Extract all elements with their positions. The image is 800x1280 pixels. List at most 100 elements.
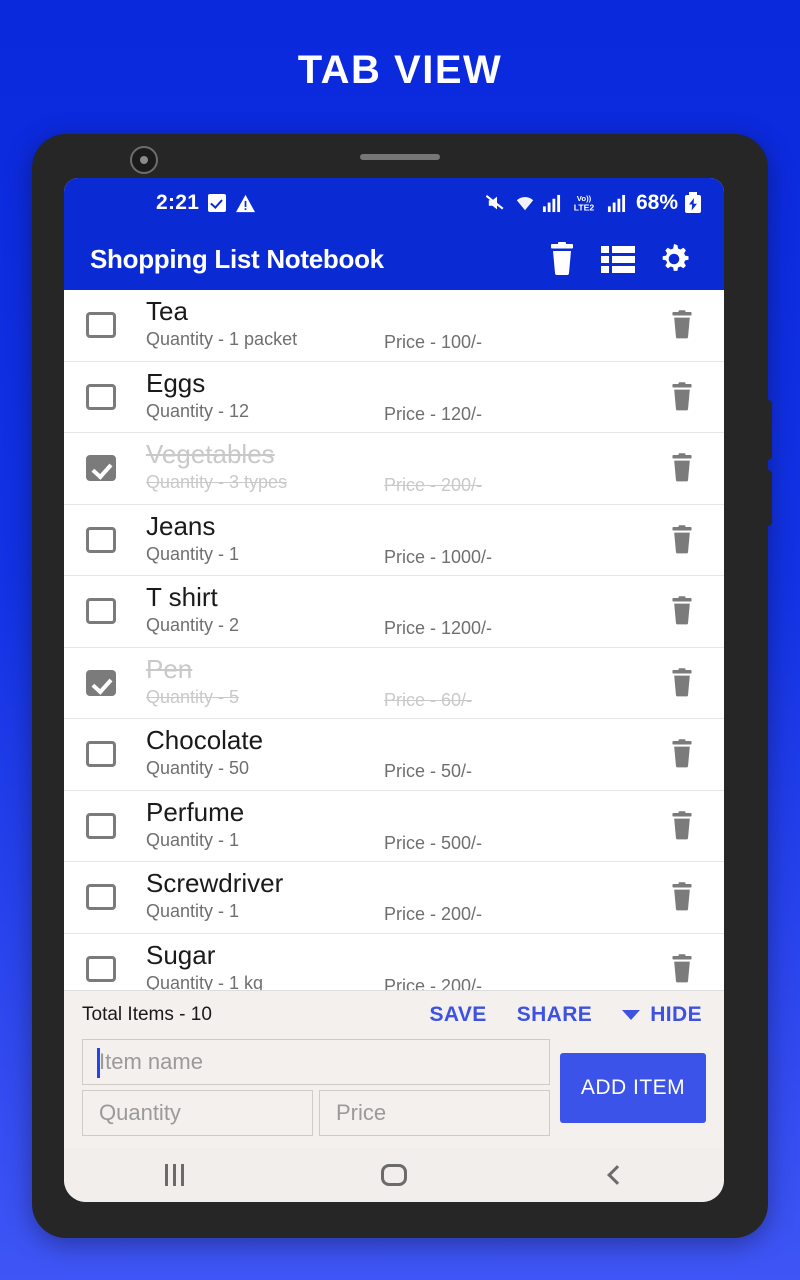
item-quantity: Quantity - 3 types [146, 472, 288, 492]
table-row[interactable]: Eggs Quantity - 12 Price - 120/- [64, 362, 724, 433]
delete-item-icon[interactable] [660, 732, 704, 776]
delete-item-icon[interactable] [660, 589, 704, 633]
item-checkbox[interactable] [86, 455, 116, 482]
text-cursor [97, 1048, 100, 1078]
item-price: Price - 120/- [384, 403, 483, 424]
front-camera-icon [130, 146, 158, 174]
item-price: Price - 200/- [384, 904, 483, 924]
table-row[interactable]: T shirt Quantity - 2 Price - 1200/- [64, 576, 724, 648]
item-price: Price - 60/- [384, 689, 473, 710]
save-button[interactable]: SAVE [429, 1003, 486, 1027]
item-checkbox[interactable] [86, 955, 116, 982]
item-checkbox[interactable] [86, 312, 116, 339]
item-price: Price - 500/- [384, 832, 483, 853]
item-details: Tea Quantity - 1 packet Price - 100/- [146, 290, 660, 361]
item-checkbox[interactable] [86, 741, 116, 768]
back-button[interactable] [579, 1153, 649, 1197]
delete-item-icon[interactable] [660, 875, 704, 919]
svg-text:LTE2: LTE2 [574, 202, 595, 212]
table-row[interactable]: Sugar Quantity - 1 kg Price - 200/- [64, 934, 724, 991]
status-time: 2:21 [156, 191, 200, 214]
item-name: Screwdriver [146, 868, 284, 898]
warning-triangle-icon [236, 194, 256, 212]
chevron-down-icon [622, 1010, 641, 1020]
price-input[interactable]: Price [319, 1090, 550, 1136]
recents-button[interactable] [139, 1153, 209, 1197]
table-row[interactable]: Screwdriver Quantity - 1 Price - 200/- [64, 862, 724, 934]
item-name-placeholder: Item name [99, 1049, 203, 1074]
price-placeholder: Price [336, 1100, 387, 1125]
item-details: Sugar Quantity - 1 kg Price - 200/- [146, 934, 660, 991]
item-checkbox[interactable] [86, 526, 116, 553]
bottom-control-panel: Total Items - 10 SAVE SHARE HIDE Item na… [64, 990, 724, 1148]
add-item-button[interactable]: ADD ITEM [560, 1053, 706, 1123]
item-details: Vegetables Quantity - 3 types Price - 200/… [146, 433, 660, 504]
earpiece-speaker [360, 154, 440, 160]
delete-item-icon[interactable] [660, 518, 704, 562]
hide-button[interactable]: HIDE [622, 1003, 702, 1027]
item-checkbox[interactable] [86, 669, 116, 696]
item-name: Eggs [146, 367, 206, 398]
item-checkbox[interactable] [86, 812, 116, 839]
item-name: Perfume [146, 796, 245, 827]
shopping-item-list[interactable]: Tea Quantity - 1 packet Price - 100/- Eggs Q… [64, 290, 724, 990]
table-row[interactable]: Tea Quantity - 1 packet Price - 100/- [64, 290, 724, 362]
item-details: T shirt Quantity - 2 Price - 1200/- [146, 576, 660, 647]
item-quantity: Quantity - 1 [146, 543, 240, 564]
delete-item-icon[interactable] [660, 661, 704, 705]
item-details: Perfume Quantity - 1 Price - 500/- [146, 791, 660, 862]
delete-item-icon[interactable] [660, 804, 704, 848]
item-name: Chocolate [146, 725, 264, 755]
item-checkbox[interactable] [86, 598, 116, 625]
table-row[interactable]: Pen Quantity - 5 Price - 60/- [64, 648, 724, 719]
table-row[interactable]: Vegetables Quantity - 3 types Price - 200/… [64, 433, 724, 505]
home-button[interactable] [359, 1153, 429, 1197]
quantity-price-row: Quantity Price [82, 1090, 550, 1136]
item-name: Sugar [146, 939, 216, 970]
item-name-input[interactable]: Item name [82, 1039, 550, 1085]
page-title: TAB VIEW [297, 48, 503, 92]
item-checkbox[interactable] [86, 383, 116, 410]
item-name: Vegetables [146, 439, 275, 469]
quantity-placeholder: Quantity [99, 1100, 181, 1125]
signal-icon [542, 194, 561, 212]
item-quantity: Quantity - 5 [146, 686, 240, 707]
item-quantity: Quantity - 12 [146, 400, 250, 421]
status-bar: 2:21 Vo)) LTE2 68% [64, 178, 724, 228]
table-row[interactable]: Perfume Quantity - 1 Price - 500/- [64, 791, 724, 862]
item-details: Jeans Quantity - 1 Price - 1000/- [146, 505, 660, 576]
table-row[interactable]: Chocolate Quantity - 50 Price - 50/- [64, 719, 724, 791]
app-title: Shopping List Notebook [90, 243, 384, 274]
delete-item-icon[interactable] [660, 947, 704, 990]
item-quantity: Quantity - 1 [146, 901, 240, 921]
delete-item-icon[interactable] [660, 446, 704, 490]
item-checkbox[interactable] [86, 884, 116, 911]
table-row[interactable]: Jeans Quantity - 1 Price - 1000/- [64, 505, 724, 576]
list-view-icon[interactable] [590, 231, 646, 287]
battery-percent: 68% [635, 191, 678, 214]
item-quantity: Quantity - 1 kg [146, 972, 264, 991]
item-quantity: Quantity - 2 [146, 615, 240, 635]
item-quantity: Quantity - 1 packet [146, 329, 298, 349]
item-name: Jeans [146, 510, 216, 541]
recents-icon [164, 1164, 184, 1186]
phone-screen: 2:21 Vo)) LTE2 68% Shopping List Noteboo… [64, 178, 724, 1202]
delete-item-icon[interactable] [660, 303, 704, 347]
power-button[interactable] [765, 400, 772, 460]
share-button[interactable]: SHARE [517, 1003, 593, 1027]
wifi-icon [516, 196, 534, 211]
total-items-label: Total Items - 10 [82, 1004, 212, 1025]
status-bar-left: 2:21 [156, 191, 256, 215]
checkbox-icon [208, 194, 227, 212]
item-price: Price - 1000/- [384, 546, 493, 567]
delete-item-icon[interactable] [660, 375, 704, 419]
delete-all-icon[interactable] [534, 231, 590, 287]
add-item-form: Item name Quantity Price ADD ITEM [82, 1039, 706, 1148]
settings-gear-icon[interactable] [646, 231, 702, 287]
volume-button[interactable] [765, 470, 772, 526]
item-name: Tea [146, 296, 188, 326]
item-quantity: Quantity - 1 [146, 829, 240, 850]
home-icon [381, 1164, 407, 1186]
android-navigation-bar [64, 1148, 724, 1202]
quantity-input[interactable]: Quantity [82, 1090, 313, 1136]
